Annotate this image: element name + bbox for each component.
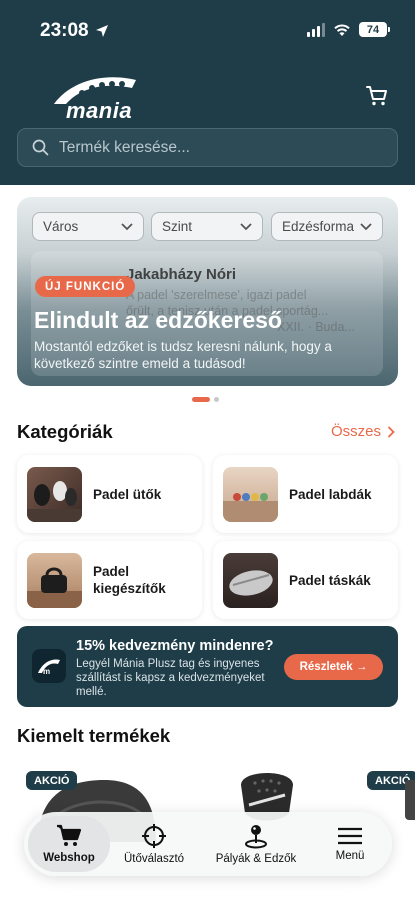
padel-bags-image [223, 552, 278, 608]
category-padel-bags[interactable]: Padel táskák [213, 541, 398, 619]
cellular-signal-icon [307, 22, 325, 37]
filter-level-label: Szint [162, 219, 193, 234]
padel-accessories-image [27, 552, 82, 608]
status-bar: 23:08 74 [0, 0, 415, 60]
hamburger-menu-icon [338, 827, 362, 845]
time-label: 23:08 [40, 20, 89, 41]
status-time: 23:08 [40, 20, 109, 42]
coach-description: A padel 'szerelmese', igazi padel [126, 288, 307, 302]
nav-label: Pályák & Edzők [215, 853, 297, 865]
see-all-label: Összes [330, 423, 381, 440]
nav-label: Webshop [43, 852, 95, 864]
crosshair-icon [142, 824, 166, 848]
sale-badge: AKCIÓ [26, 771, 78, 790]
chevron-down-icon [360, 222, 372, 230]
product-image-partial[interactable] [405, 780, 415, 820]
filter-city-label: Város [43, 219, 79, 234]
map-pin-icon [245, 825, 267, 849]
coach-location: XXII. · Buda... [277, 320, 355, 334]
filter-city: Város [32, 212, 144, 241]
search-bar[interactable] [17, 128, 398, 167]
cart-icon[interactable] [365, 84, 389, 108]
promo-banner-carousel[interactable]: Város Szint Edzésforma Jakabházy Nóri A … [17, 197, 398, 386]
featured-products-title: Kiemelt termékek [17, 725, 171, 746]
padel-balls-image [223, 466, 278, 522]
mania-logo[interactable]: mania [52, 74, 142, 123]
new-feature-badge: ÚJ FUNKCIÓ [35, 276, 136, 297]
carousel-dot[interactable] [214, 397, 219, 402]
app-header: 23:08 74 mania [0, 0, 415, 185]
banner-text: Mostantól edzőket is tudsz keresni nálun… [34, 339, 332, 371]
nav-label: Menü [335, 850, 365, 862]
category-label: Padel labdák [289, 486, 372, 502]
status-icons: 74 [307, 22, 390, 37]
wifi-icon [334, 23, 350, 36]
categories-title: Kategóriák [17, 421, 113, 442]
coach-name: Jakabházy Nóri [126, 266, 237, 283]
category-padel-rackets[interactable]: Padel ütők [17, 455, 202, 533]
filter-training-type: Edzésforma [271, 212, 383, 241]
details-button[interactable]: Részletek → [284, 654, 383, 680]
category-label: Padel kiegészítők [93, 564, 166, 596]
nav-webshop[interactable]: Webshop [28, 816, 110, 872]
see-all-categories-link[interactable]: Összes [331, 423, 395, 440]
bottom-navigation: Webshop Ütőválasztó Pályák & Edzők Menü [24, 812, 392, 876]
plus-membership-promo[interactable]: m 15% kedvezmény mindenre? Legyél Mánia … [17, 626, 398, 707]
category-label: Padel táskák [289, 572, 371, 588]
nav-label: Ütőválasztó [123, 853, 185, 865]
promo-title: 15% kedvezmény mindenre? [76, 638, 274, 654]
location-arrow-icon [95, 25, 108, 37]
category-label: Padel ütők [93, 486, 162, 502]
category-padel-accessories[interactable]: Padel kiegészítők [17, 541, 202, 619]
nav-racket-finder[interactable]: Ütőválasztó [112, 816, 196, 872]
cart-icon [57, 824, 82, 846]
svg-text:m: m [43, 667, 50, 675]
carousel-indicator[interactable] [192, 397, 219, 402]
filter-level: Szint [151, 212, 263, 241]
nav-menu[interactable]: Menü [316, 816, 384, 872]
promo-text: Legyél Mánia Plusz tag és ingyenes száll… [76, 658, 265, 698]
search-icon [32, 139, 49, 156]
search-input[interactable] [59, 138, 359, 157]
nav-courts-coaches[interactable]: Pályák & Edzők [202, 816, 310, 872]
mania-plus-icon: m [32, 649, 66, 683]
filter-training-label: Edzésforma [282, 219, 355, 234]
chevron-right-icon [387, 425, 395, 438]
carousel-dot-active[interactable] [192, 397, 210, 402]
padel-rackets-image [27, 466, 82, 522]
battery-level: 74 [366, 23, 380, 36]
category-padel-balls[interactable]: Padel labdák [213, 455, 398, 533]
battery-icon: 74 [359, 22, 390, 37]
chevron-down-icon [240, 222, 252, 230]
chevron-down-icon [121, 222, 133, 230]
logo-text: mania [66, 98, 133, 123]
banner-title: Elindult az edzőkereső [34, 307, 282, 333]
